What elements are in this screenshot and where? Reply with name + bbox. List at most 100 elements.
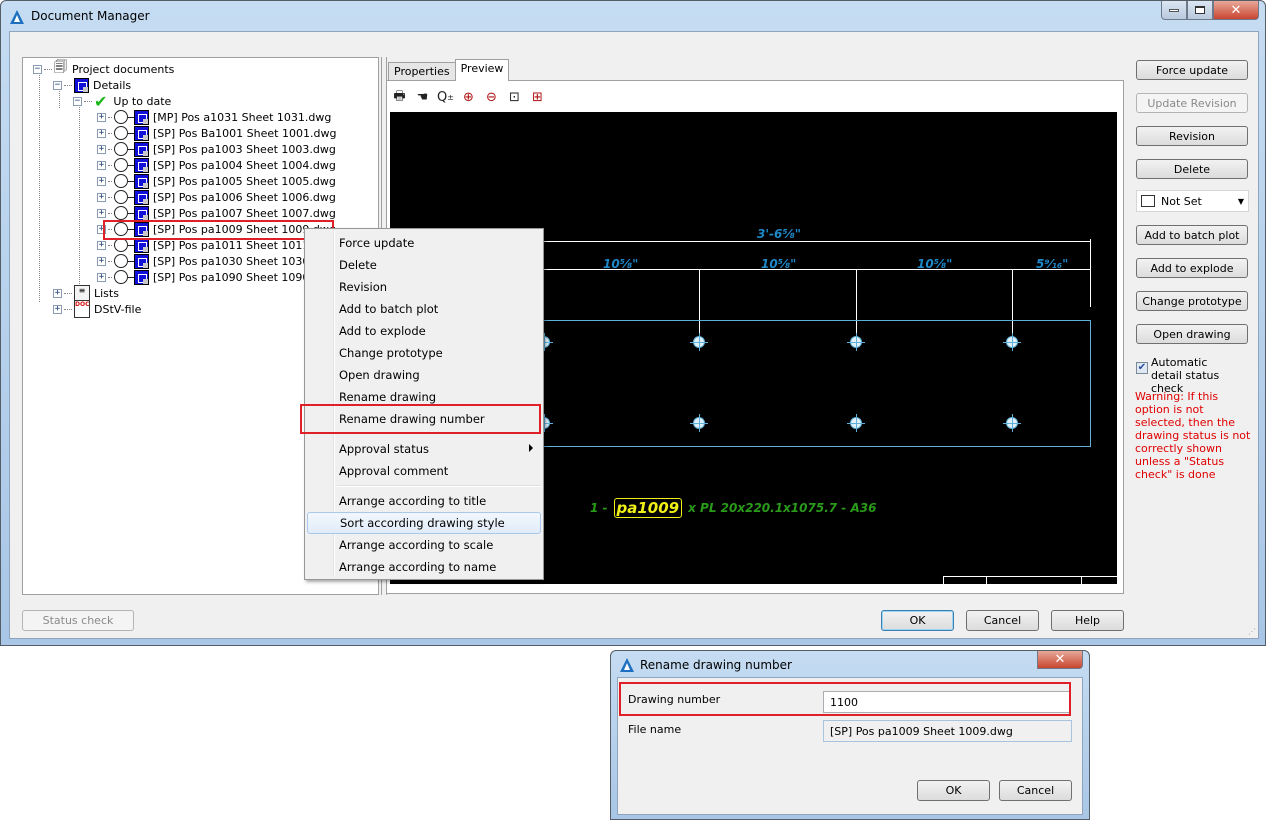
update-revision-button[interactable]: Update Revision: [1136, 93, 1248, 113]
menu-item-delete[interactable]: Delete: [307, 254, 541, 276]
menu-item-add-to-explode[interactable]: Add to explode: [307, 320, 541, 342]
add-to-batch-plot-button[interactable]: Add to batch plot: [1136, 225, 1248, 245]
selected-file-highlight: [103, 220, 334, 240]
pan-icon[interactable]: ☚: [414, 89, 431, 106]
tree-node-up-to-date[interactable]: − ✔ Up to date: [73, 91, 171, 111]
close-button[interactable]: ✕: [1213, 1, 1259, 20]
help-button[interactable]: Help: [1051, 610, 1124, 631]
tab-properties[interactable]: Properties: [388, 62, 456, 81]
minimize-button[interactable]: [1161, 1, 1187, 20]
delete-button[interactable]: Delete: [1136, 159, 1248, 179]
tree-connector: [108, 148, 112, 150]
zoom-in-icon[interactable]: ⊕: [460, 89, 477, 106]
expand-icon[interactable]: +: [97, 240, 106, 250]
tree-node-file[interactable]: + [SP] Pos Ba1001 Sheet 1001.dwg: [97, 125, 336, 141]
part-mark: 1 - pa1009 x PL 20x220.1x1075.7 - A36: [590, 498, 876, 518]
tree-node-details[interactable]: − Details: [53, 77, 131, 93]
file-name: [SP] Pos Ba1001 Sheet 1001.dwg: [153, 126, 337, 140]
tree-label: Details: [93, 78, 132, 92]
window-client: − 🗐 Project documents − Details − ✔ Up t…: [9, 31, 1259, 639]
dialog-ok-button[interactable]: OK: [917, 780, 990, 801]
tree-node-file[interactable]: + [SP] Pos pa1007 Sheet 1007.dwg: [97, 205, 336, 221]
tree-node-dstv-file[interactable]: + DOC DStV-file: [53, 300, 141, 318]
print-icon[interactable]: 🖶: [391, 89, 408, 106]
tab-preview[interactable]: Preview: [454, 59, 510, 81]
tree-node-file[interactable]: + [SP] Pos pa1030 Sheet 1030.dwg: [97, 253, 336, 269]
tree-node-file[interactable]: + [SP] Pos pa1004 Sheet 1004.dwg: [97, 157, 336, 173]
tree-node-file[interactable]: + [SP] Pos pa1005 Sheet 1005.dwg: [97, 173, 336, 189]
expand-icon[interactable]: +: [97, 112, 106, 122]
auto-status-checkbox[interactable]: ✔: [1136, 362, 1148, 374]
tree-connector: [108, 196, 112, 198]
expand-icon[interactable]: +: [97, 208, 106, 218]
drawing-file-icon: [134, 109, 149, 125]
status-circle-icon: [114, 110, 128, 124]
expand-icon[interactable]: +: [97, 144, 106, 154]
expand-icon[interactable]: +: [97, 272, 106, 282]
tree-node-file[interactable]: + [SP] Pos pa1090 Sheet 1090.dwg: [97, 269, 336, 285]
checkmark-icon: ✔: [94, 91, 108, 111]
open-drawing-button[interactable]: Open drawing: [1136, 324, 1248, 344]
combo-value: Not Set: [1161, 194, 1202, 208]
dropdown-arrow-icon: ▼: [1237, 197, 1244, 206]
resize-grip-icon[interactable]: ⋰: [1248, 627, 1256, 636]
tree-line: [79, 104, 80, 284]
menu-item-open-drawing[interactable]: Open drawing: [307, 364, 541, 386]
expand-icon[interactable]: +: [53, 304, 62, 314]
zoom-extents-icon[interactable]: ⊞: [529, 89, 546, 106]
tree-node-file[interactable]: + [SP] Pos pa1006 Sheet 1006.dwg: [97, 189, 336, 205]
tree-connector: [108, 244, 112, 246]
drawing-file-icon: [134, 173, 149, 189]
cancel-button[interactable]: Cancel: [966, 610, 1039, 631]
hole-marker: [847, 414, 865, 432]
hole-marker: [690, 414, 708, 432]
collapse-icon[interactable]: −: [53, 80, 62, 90]
status-circle-icon: [114, 142, 128, 156]
revision-button[interactable]: Revision: [1136, 126, 1248, 146]
menu-item-change-prototype[interactable]: Change prototype: [307, 342, 541, 364]
tree-connector: [108, 116, 112, 118]
menu-item-approval-status[interactable]: Approval status: [307, 438, 541, 460]
zoom-realtime-icon[interactable]: Q ±: [437, 89, 454, 106]
menu-item-revision[interactable]: Revision: [307, 276, 541, 298]
zoom-window-icon[interactable]: ⊡: [506, 89, 523, 106]
file-name: [SP] Pos pa1006 Sheet 1006.dwg: [153, 190, 336, 204]
tree-node-file[interactable]: + [MP] Pos a1031 Sheet 1031.dwg: [97, 109, 331, 125]
force-update-button[interactable]: Force update: [1136, 60, 1248, 80]
tree-node-file[interactable]: + [SP] Pos pa1003 Sheet 1003.dwg: [97, 141, 336, 157]
tree-line: [39, 72, 40, 302]
expand-icon[interactable]: +: [97, 256, 106, 266]
tree-node-project-documents[interactable]: − 🗐 Project documents: [33, 60, 174, 77]
expand-icon[interactable]: +: [97, 160, 106, 170]
tree-connector: [64, 292, 72, 294]
dstv-doc-icon: DOC: [74, 300, 90, 318]
app-icon: [620, 658, 634, 672]
collapse-icon[interactable]: −: [33, 64, 42, 74]
dialog-close-button[interactable]: ✕: [1037, 651, 1083, 669]
expand-icon[interactable]: +: [97, 176, 106, 186]
change-prototype-button[interactable]: Change prototype: [1136, 291, 1248, 311]
tree-node-lists[interactable]: + ≡ Lists: [53, 285, 119, 301]
expand-icon[interactable]: +: [97, 128, 106, 138]
menu-item-approval-comment[interactable]: Approval comment: [307, 460, 541, 482]
dialog-title: Rename drawing number: [640, 658, 792, 672]
menu-item-force-update[interactable]: Force update: [307, 232, 541, 254]
collapse-icon[interactable]: −: [73, 96, 82, 106]
dialog-cancel-button[interactable]: Cancel: [999, 780, 1072, 801]
expand-icon[interactable]: +: [97, 192, 106, 202]
menu-item-arrange-by-name[interactable]: Arrange according to name: [307, 556, 541, 578]
zoom-out-icon[interactable]: ⊖: [483, 89, 500, 106]
expand-icon[interactable]: +: [53, 288, 62, 298]
submenu-arrow-icon: [529, 444, 533, 452]
menu-item-arrange-by-scale[interactable]: Arrange according to scale: [307, 534, 541, 556]
context-menu: Force update Delete Revision Add to batc…: [300, 228, 544, 580]
menu-item-add-to-batch-plot[interactable]: Add to batch plot: [307, 298, 541, 320]
ok-button[interactable]: OK: [881, 610, 954, 631]
add-to-explode-button[interactable]: Add to explode: [1136, 258, 1248, 278]
menu-item-arrange-by-title[interactable]: Arrange according to title: [307, 490, 541, 512]
approval-status-combo[interactable]: Not Set ▼: [1136, 190, 1249, 212]
menu-item-sort-by-drawing-style[interactable]: Sort according drawing style: [307, 512, 541, 534]
status-check-button[interactable]: Status check: [22, 610, 134, 631]
maximize-button[interactable]: [1187, 1, 1213, 20]
tree-connector: [64, 308, 72, 310]
